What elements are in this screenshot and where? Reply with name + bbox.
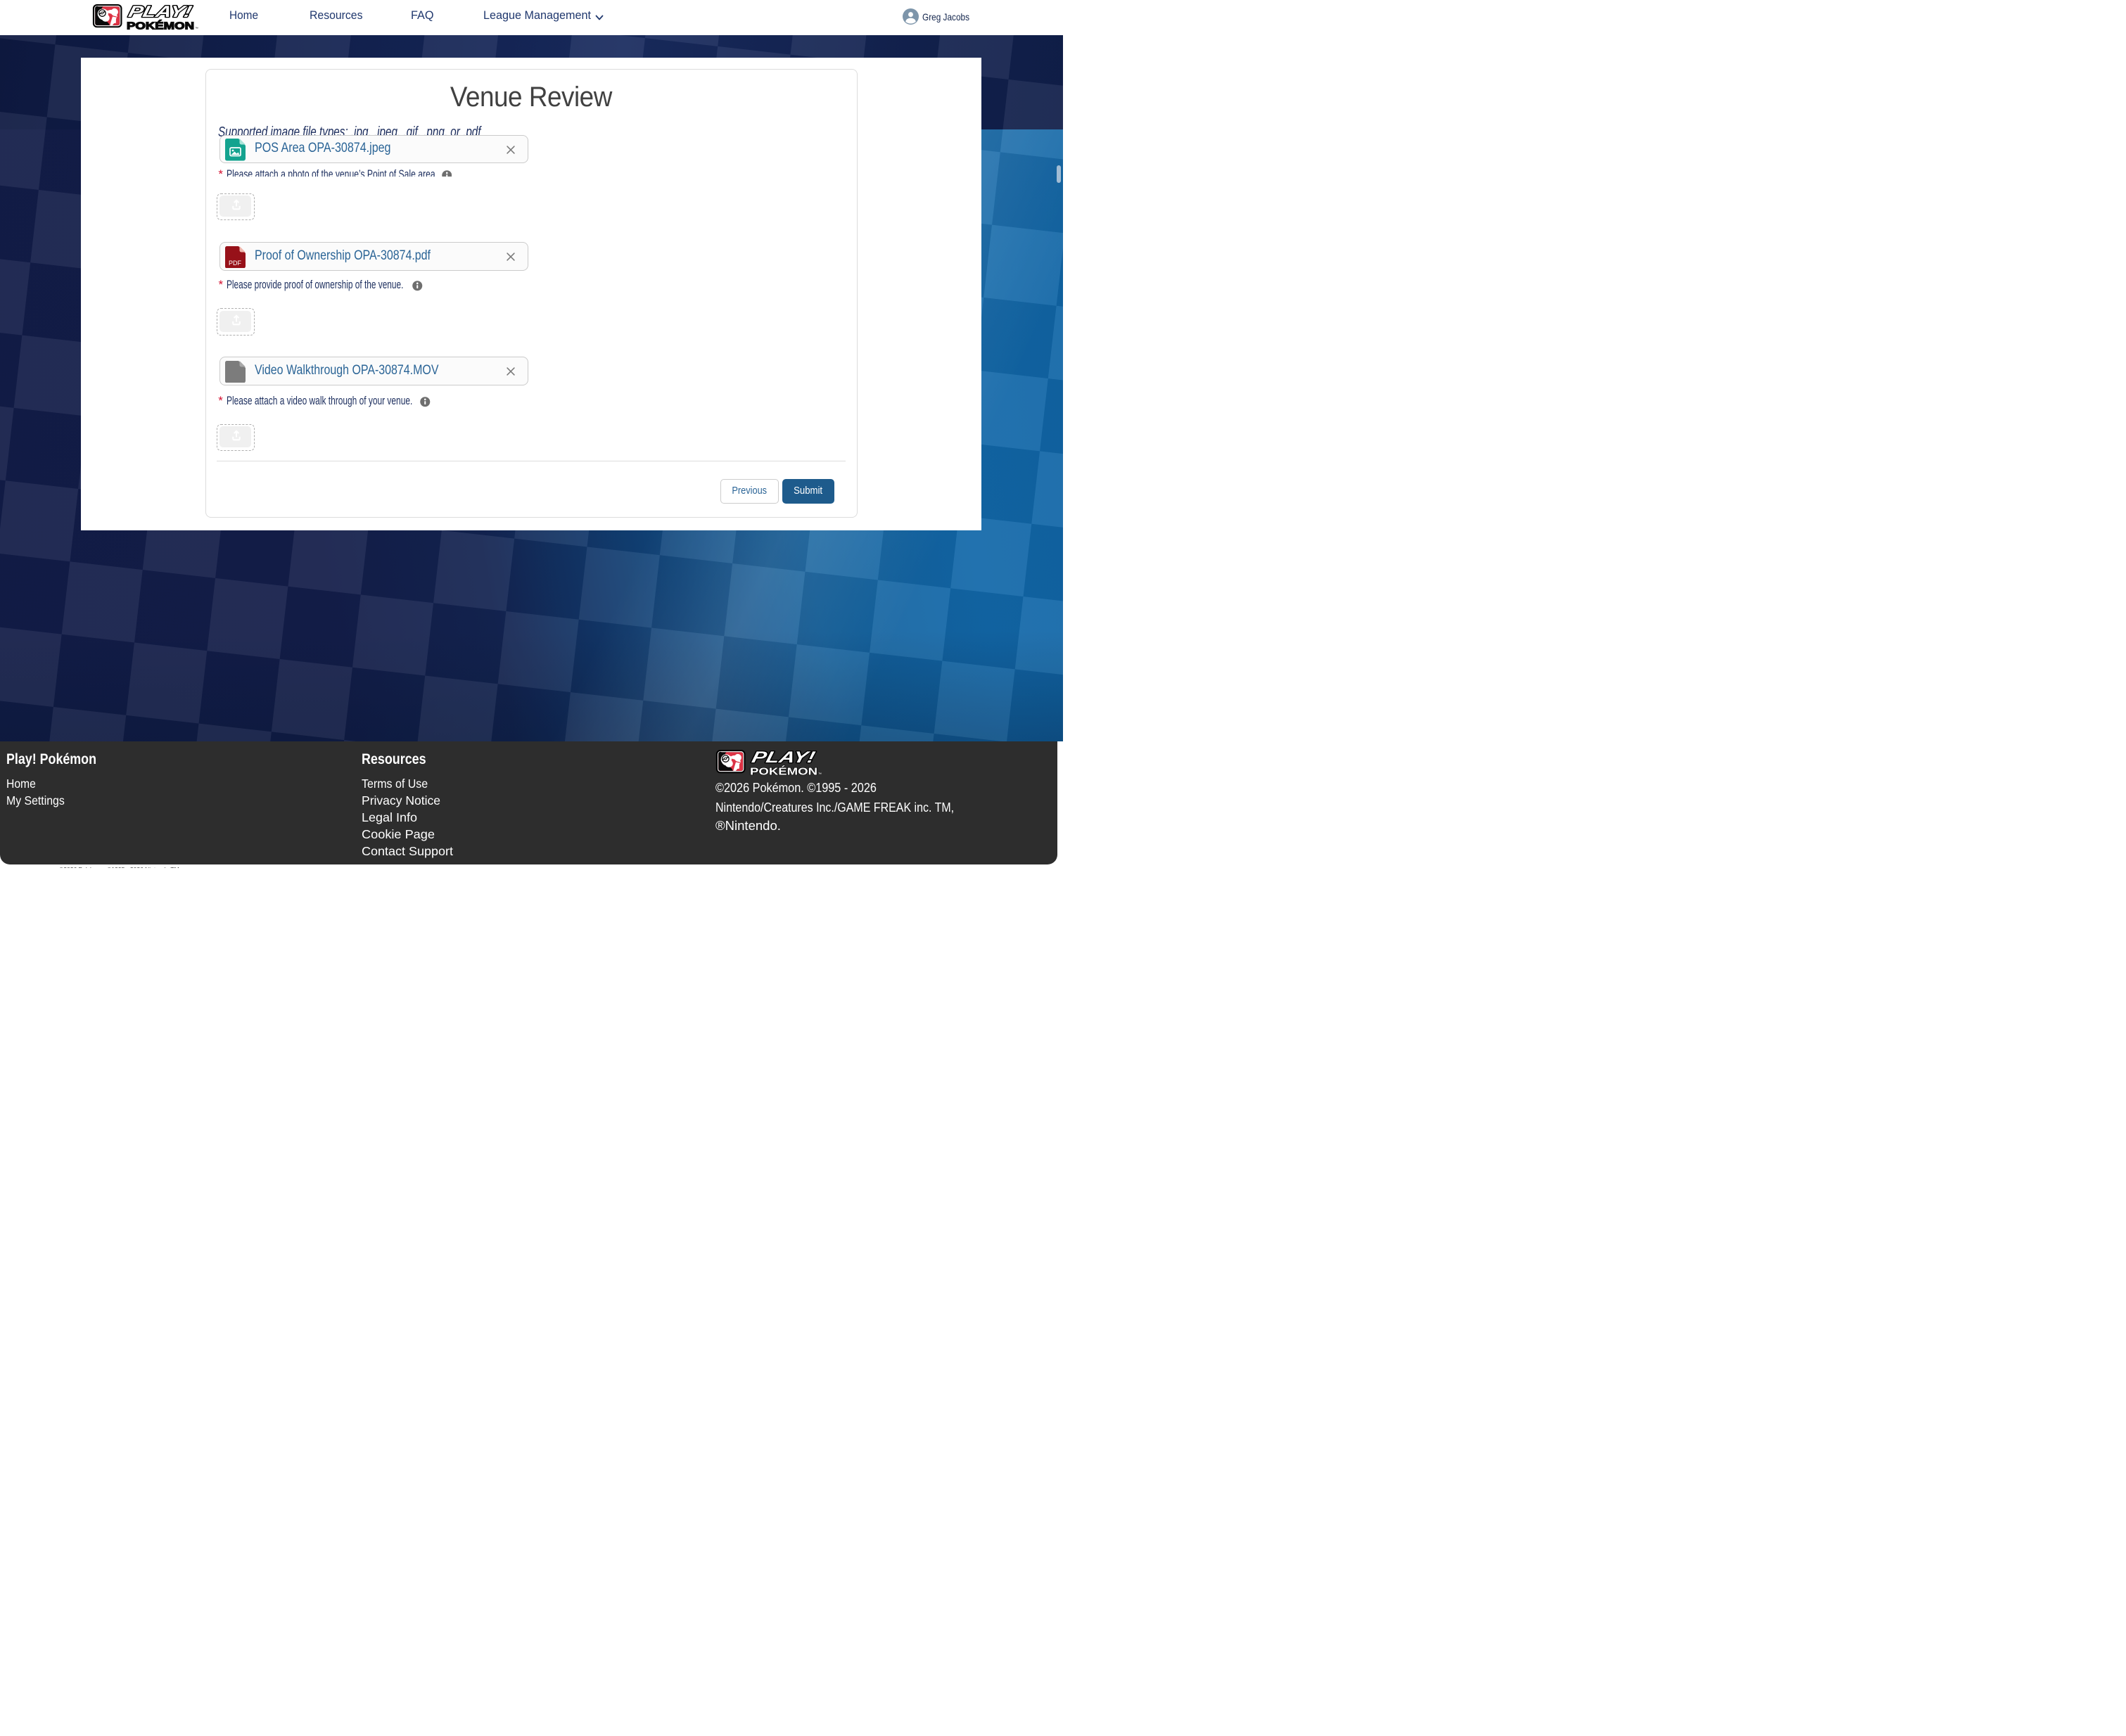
svg-text:PLAY!: PLAY! — [127, 2, 193, 20]
svg-text:POKÉMON: POKÉMON — [127, 20, 194, 32]
svg-text:™: ™ — [818, 772, 822, 777]
svg-text:PLAY!: PLAY! — [750, 748, 817, 766]
svg-text:PDF: PDF — [229, 260, 242, 267]
svg-text:POKÉMON: POKÉMON — [750, 765, 817, 777]
svg-text:™: ™ — [195, 27, 198, 31]
